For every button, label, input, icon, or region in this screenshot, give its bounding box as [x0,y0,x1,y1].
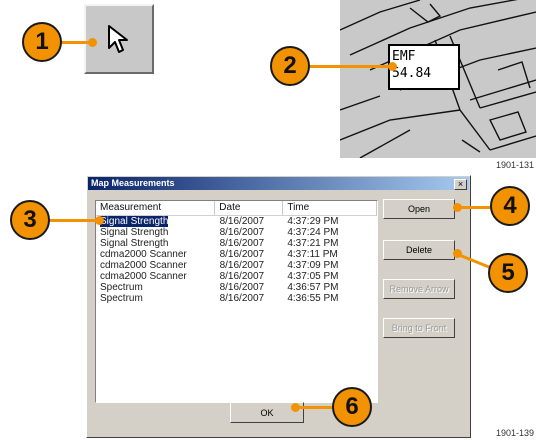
cell-time: 4:37:29 PM [287,216,339,227]
remove-arrow-button[interactable]: Remove Arrow [383,279,455,299]
cell-measurement: Signal Strength [100,227,169,238]
cell-time: 4:37:11 PM [287,249,338,260]
map-measurements-dialog: Map Measurements × Measurement Date Time… [86,175,471,438]
column-measurement[interactable]: Measurement [96,201,216,215]
callout-3-line [48,219,98,222]
callout-5: 5 [488,253,528,293]
cell-date: 8/16/2007 [219,282,265,293]
cell-time: 4:37:09 PM [287,260,339,271]
cell-time: 4:37:24 PM [287,227,339,238]
callout-2: 2 [270,46,310,86]
table-row[interactable]: Signal Strength 8/16/2007 4:37:24 PM [96,227,377,238]
callout-4-line [458,206,492,209]
callout-1-line [60,41,90,44]
cell-measurement: Signal Strength [100,238,169,249]
list-rows: Signal Strength 8/16/2007 4:37:29 PM Signal… [96,216,377,304]
emf-label: EMF [392,49,416,64]
cell-measurement: Signal Strength [100,216,169,227]
delete-button[interactable]: Delete [383,240,455,260]
table-row[interactable]: cdma2000 Scanner 8/16/2007 4:37:05 PM [96,271,377,282]
cell-time: 4:37:05 PM [287,271,339,282]
table-row[interactable]: cdma2000 Scanner 8/16/2007 4:37:11 PM [96,249,377,260]
cell-measurement: cdma2000 Scanner [100,260,187,271]
cell-date: 8/16/2007 [219,260,265,271]
callout-1-dot [88,38,97,47]
cell-date: 8/16/2007 [219,271,265,282]
figure-id-top: 1901-131 [496,160,535,170]
callout-3-dot [95,216,104,225]
dialog-title: Map Measurements [91,178,175,188]
table-row[interactable]: cdma2000 Scanner 8/16/2007 4:37:09 PM [96,260,377,271]
cell-date: 8/16/2007 [219,249,265,260]
open-button[interactable]: Open [383,199,455,219]
cell-date: 8/16/2007 [219,293,265,304]
callout-6-dot [291,403,300,412]
table-row[interactable]: Spectrum 8/16/2007 4:36:55 PM [96,293,377,304]
column-date[interactable]: Date [215,201,284,215]
cell-date: 8/16/2007 [219,227,265,238]
cell-time: 4:36:55 PM [287,293,339,304]
list-header: Measurement Date Time [96,201,377,216]
cell-measurement: Spectrum [100,282,143,293]
callout-2-dot [388,62,397,71]
emf-readout: EMF 54.84 [388,44,460,90]
callout-2-line [308,65,392,68]
cell-measurement: Spectrum [100,293,143,304]
callout-5-dot [453,249,462,258]
cell-measurement: cdma2000 Scanner [100,271,187,282]
cell-measurement: cdma2000 Scanner [100,249,187,260]
table-row[interactable]: Signal Strength 8/16/2007 4:37:29 PM [96,216,377,227]
emf-value: 54.84 [392,66,432,81]
cell-time: 4:36:57 PM [287,282,339,293]
cell-date: 8/16/2007 [219,238,265,249]
callout-4-dot [453,203,462,212]
close-icon[interactable]: × [454,179,467,190]
figure-id-bottom: 1901-139 [496,428,535,438]
column-time[interactable]: Time [283,201,377,215]
dialog-titlebar[interactable]: Map Measurements × [88,177,469,190]
callout-6-line [296,406,334,409]
callout-4: 4 [490,186,530,226]
callout-1: 1 [22,22,62,62]
callout-6: 6 [332,387,372,427]
bring-to-front-button[interactable]: Bring to Front [383,318,455,338]
cell-date: 8/16/2007 [219,216,265,227]
callout-3: 3 [10,200,50,240]
table-row[interactable]: Spectrum 8/16/2007 4:36:57 PM [96,282,377,293]
arrow-pointer-icon [108,25,128,53]
table-row[interactable]: Signal Strength 8/16/2007 4:37:21 PM [96,238,377,249]
measurements-list[interactable]: Measurement Date Time Signal Strength 8/1… [95,200,378,403]
cell-time: 4:37:21 PM [287,238,339,249]
